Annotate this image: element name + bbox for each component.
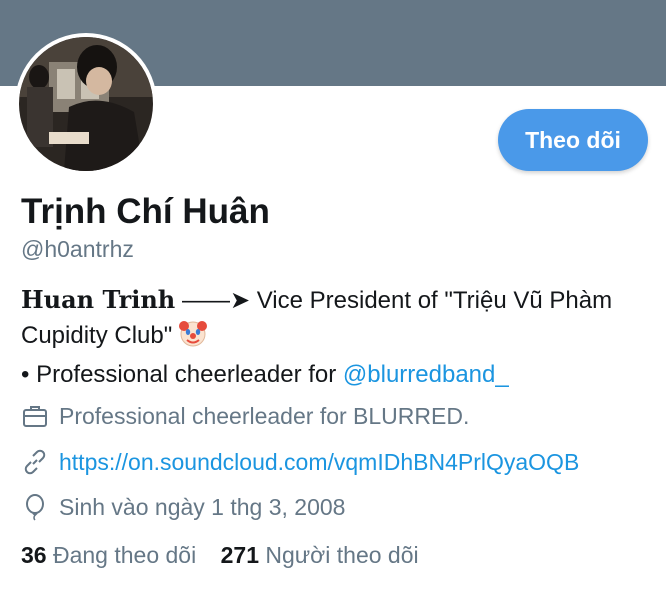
work-text: Professional cheerleader for BLURRED. [59, 402, 470, 429]
bio-arrow: ——➤ [181, 287, 251, 314]
briefcase-icon [21, 402, 49, 430]
birthday-text: Sinh vào ngày 1 thg 3, 2008 [59, 493, 346, 520]
profile-handle: @h0antrhz [21, 236, 134, 262]
clown-emoji-icon [178, 318, 208, 358]
profile-url-link[interactable]: https://on.soundcloud.com/vqmIDhBN4PrlQy… [59, 449, 579, 476]
url-row: https://on.soundcloud.com/vqmIDhBN4PrlQy… [21, 448, 579, 476]
birthday-row: Sinh vào ngày 1 thg 3, 2008 [21, 493, 345, 521]
follow-stats: 36 Đang theo dõi 271 Người theo dõi [21, 542, 437, 569]
followers-count: 271 [220, 542, 259, 568]
avatar[interactable] [15, 33, 157, 175]
avatar-photo [19, 37, 153, 171]
bio-mention-link[interactable]: @blurredband_ [343, 361, 509, 388]
profile-name: Trịnh Chí Huân [21, 192, 270, 231]
link-icon [21, 448, 49, 476]
work-row: Professional cheerleader for BLURRED. [21, 402, 469, 430]
bio-line2-prefix: • Professional cheerleader for [21, 361, 337, 388]
follow-button[interactable]: Theo dõi [498, 109, 648, 171]
bio-styled-name: Huan Trinh [21, 285, 176, 314]
following-label: Đang theo dõi [52, 542, 197, 568]
profile-bio: Huan Trinh ——➤ Vice President of "Triệu … [21, 283, 651, 392]
followers-label: Người theo dõi [265, 542, 419, 568]
followers-stat[interactable]: 271 Người theo dõi [221, 542, 419, 568]
following-count: 36 [21, 542, 47, 568]
balloon-icon [21, 493, 49, 521]
following-stat[interactable]: 36 Đang theo dõi [21, 542, 203, 568]
